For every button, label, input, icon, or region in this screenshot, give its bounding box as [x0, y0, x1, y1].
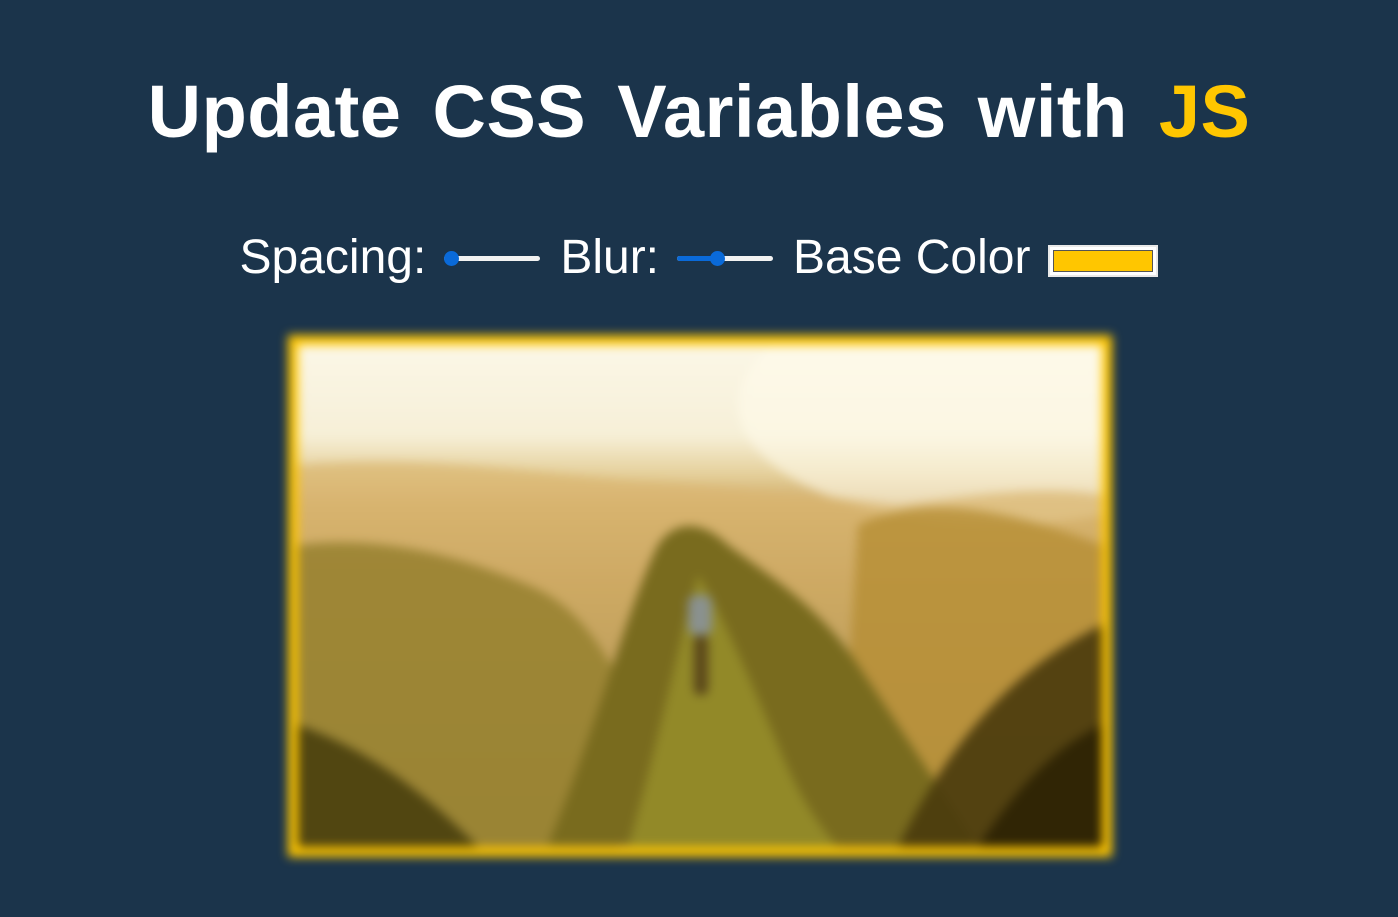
spacing-label: Spacing: — [239, 231, 427, 284]
page: Update CSS Variables with JS Spacing: Bl… — [0, 0, 1398, 917]
photo-frame — [288, 335, 1112, 857]
blur-slider-thumb[interactable] — [710, 251, 726, 266]
mountain-landscape-photo — [298, 345, 1102, 847]
controls-bar: Spacing: Blur: Base Color — [0, 226, 1398, 290]
base-color-picker[interactable] — [1048, 245, 1159, 277]
mountain-scene-graphic — [298, 345, 1102, 847]
base-color-chip — [1053, 250, 1154, 272]
base-color-label: Base Color — [793, 231, 1031, 284]
title-highlight: JS — [1158, 70, 1251, 153]
spacing-slider[interactable] — [444, 248, 541, 268]
blur-slider[interactable] — [677, 248, 774, 268]
blur-label: Blur: — [560, 231, 660, 284]
page-title: Update CSS Variables with JS — [0, 62, 1398, 162]
spacing-slider-thumb[interactable] — [444, 251, 460, 266]
title-text: Update CSS Variables with — [147, 70, 1159, 153]
